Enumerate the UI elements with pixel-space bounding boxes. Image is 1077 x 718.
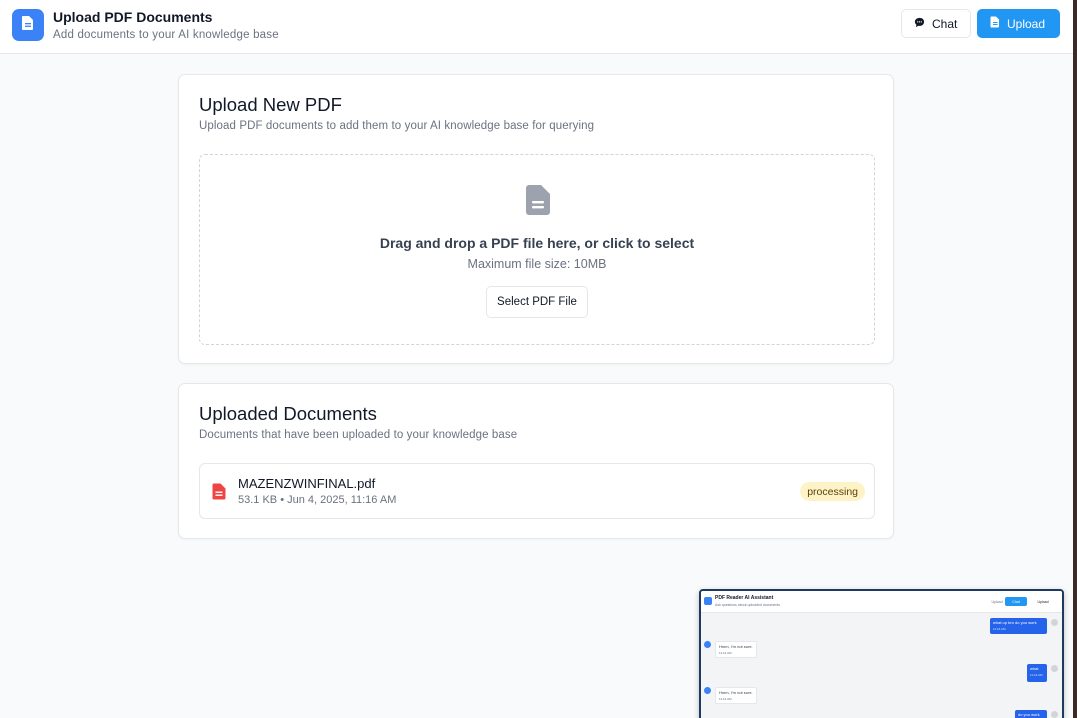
preview-ai-avatar — [704, 641, 711, 648]
chat-bubble-icon — [914, 17, 925, 31]
window-scrollbar[interactable] — [1073, 0, 1077, 718]
preview-ai-message: Hmm, I'm not sure. 11:16 AM — [715, 687, 757, 704]
document-name: MAZENZWINFINAL.pdf — [238, 476, 376, 491]
documents-card-title: Uploaded Documents — [199, 403, 377, 424]
preview-message-time: 11:16 AM — [993, 627, 1006, 631]
preview-chat-button: Chat — [1005, 597, 1027, 606]
select-pdf-button[interactable]: Select PDF File — [486, 286, 588, 318]
preview-title: PDF Reader AI Assistant — [715, 595, 774, 601]
preview-message-text: Hmm, I'm not sure. — [719, 644, 753, 649]
preview-upload-button: Upload — [1037, 599, 1049, 604]
file-icon — [525, 184, 551, 221]
preview-message-text: what up bro do you work — [993, 620, 1037, 625]
pdf-dropzone[interactable]: Drag and drop a PDF file here, or click … — [199, 154, 875, 345]
dropzone-instruction: Drag and drop a PDF file here, or click … — [379, 235, 695, 251]
documents-card: Uploaded Documents Documents that have b… — [178, 383, 894, 539]
page-subtitle: Add documents to your AI knowledge base — [53, 29, 279, 41]
preview-user-avatar — [1051, 619, 1058, 626]
preview-ai-avatar — [704, 687, 711, 694]
preview-message-text: do you work — [1018, 712, 1040, 717]
app-header: Upload PDF Documents Add documents to yo… — [0, 0, 1073, 54]
upload-nav-label: Upload — [1007, 16, 1046, 31]
preview-message-text: what — [1030, 666, 1039, 671]
preview-user-avatar — [1051, 665, 1058, 672]
preview-message-time: 11:16 AM — [719, 697, 732, 701]
upload-card-description: Upload PDF documents to add them to your… — [199, 120, 595, 132]
preview-user-message: what up bro do you work 11:16 AM — [990, 618, 1047, 634]
page-title: Upload PDF Documents — [53, 9, 213, 25]
pdf-file-icon — [212, 483, 226, 505]
app-logo — [12, 9, 44, 41]
chat-nav-label: Chat — [932, 16, 958, 31]
preview-message-time: 11:16 AM — [1030, 673, 1043, 677]
dropzone-max-size: Maximum file size: 10MB — [467, 257, 607, 271]
status-badge: processing — [800, 482, 865, 501]
document-row[interactable]: MAZENZWINFINAL.pdf 53.1 KB • Jun 4, 2025… — [199, 463, 875, 519]
preview-user-message: what 11:16 AM — [1027, 664, 1047, 682]
document-icon — [990, 16, 1000, 31]
preview-upload-link: Upload — [991, 599, 1003, 604]
preview-header: PDF Reader AI Assistant Ask questions ab… — [701, 591, 1062, 613]
preview-subtitle: Ask questions about uploaded documents — [715, 603, 780, 607]
document-icon — [21, 15, 35, 36]
chat-preview-thumbnail[interactable]: PDF Reader AI Assistant Ask questions ab… — [699, 589, 1064, 718]
preview-message-time: 11:16 AM — [719, 651, 732, 655]
upload-card: Upload New PDF Upload PDF documents to a… — [178, 74, 894, 364]
preview-ai-message: Hmm, I'm not sure. 11:16 AM — [715, 641, 757, 658]
document-meta: 53.1 KB • Jun 4, 2025, 11:16 AM — [238, 494, 397, 506]
documents-card-description: Documents that have been uploaded to you… — [199, 429, 518, 441]
preview-user-avatar — [1051, 711, 1058, 718]
preview-user-message: do you work — [1015, 710, 1047, 718]
preview-message-text: Hmm, I'm not sure. — [719, 690, 753, 695]
upload-nav-button[interactable]: Upload — [977, 9, 1060, 38]
preview-logo — [704, 597, 712, 605]
chat-nav-button[interactable]: Chat — [901, 9, 971, 38]
upload-card-title: Upload New PDF — [199, 94, 342, 115]
